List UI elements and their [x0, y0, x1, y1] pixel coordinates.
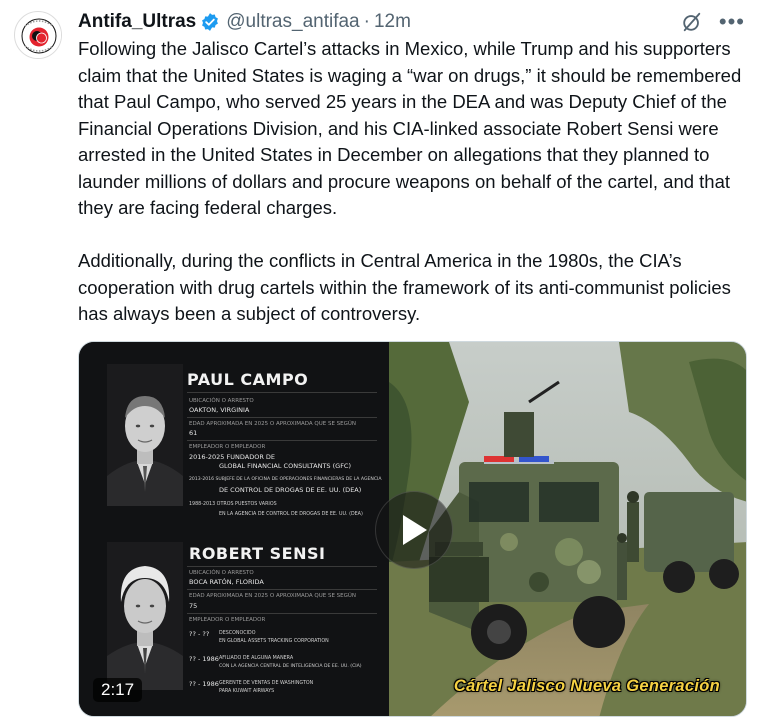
- timestamp[interactable]: 12m: [374, 11, 411, 33]
- video-duration: 2:17: [93, 678, 143, 702]
- dossier-job: Global Financial Consultants (GFC): [219, 462, 352, 470]
- dossier-age: 75: [189, 602, 198, 610]
- user-handle[interactable]: @ultras_antifaa: [226, 11, 359, 33]
- dossier-panel: PAUL CAMPO Ubicación o Arresto Oakton, V…: [79, 342, 389, 716]
- dossier-label: Ubicación o Arresto: [189, 398, 254, 404]
- tweet-text: Following the Jalisco Cartel’s attacks i…: [78, 36, 746, 328]
- antifa-logo-icon: [16, 13, 61, 58]
- tweet-header: Antifa_Ultras @ultras_antifaa · 12m •••: [78, 8, 745, 36]
- dossier-label: Empleador o Empleador: [189, 617, 266, 623]
- tweet-paragraph: Following the Jalisco Cartel’s attacks i…: [78, 38, 742, 218]
- dossier-job: 1988-2013 Otros puestos varios: [189, 502, 277, 507]
- verified-badge-icon: [200, 12, 220, 32]
- separator-dot: ·: [363, 11, 370, 32]
- dossier-job: 2013-2016 Subjefe de la Oficina de Opera…: [189, 477, 382, 482]
- tweet-paragraph: Additionally, during the conflicts in Ce…: [78, 250, 731, 324]
- more-icon[interactable]: •••: [719, 11, 745, 33]
- dossier-label: Edad aproximada en 2025 o aproximada que…: [189, 421, 357, 427]
- dossier-job: ?? - 1986: [189, 680, 219, 688]
- dossier-job: con la Agencia Central de Inteligencia d…: [219, 664, 362, 669]
- dossier-location: Oakton, Virginia: [189, 406, 250, 414]
- dossier-age: 61: [189, 429, 198, 437]
- person-name: PAUL CAMPO: [187, 370, 309, 389]
- video-caption: Cártel Jalisco Nueva Generación: [453, 677, 720, 695]
- person-name: ROBERT SENSI: [189, 544, 326, 563]
- dossier-job: en Global Assets Tracking Corporation: [219, 639, 329, 644]
- dossier-job: ?? - 1986: [189, 655, 219, 663]
- dossier-job: en la Agencia de Control de Drogas de EE…: [219, 512, 363, 517]
- dossier-job: Desconocido: [219, 631, 256, 636]
- dossier-label: Edad aproximada en 2025 o aproximada que…: [189, 593, 357, 599]
- dossier-label: Empleador o Empleador: [189, 444, 266, 450]
- dossier-job: Gerente de ventas de Washington: [219, 681, 314, 686]
- portrait-robert-sensi: [107, 542, 183, 690]
- play-button[interactable]: [375, 491, 453, 569]
- dossier-job: 2016-2025 Fundador de: [189, 453, 276, 461]
- portrait-paul-campo: [107, 364, 183, 506]
- video-player[interactable]: PAUL CAMPO Ubicación o Arresto Oakton, V…: [78, 341, 747, 717]
- display-name[interactable]: Antifa_Ultras: [78, 11, 196, 33]
- dossier-job: para Kuwait Airways: [219, 689, 275, 694]
- dossier-job: ?? - ??: [189, 630, 210, 638]
- play-icon: [403, 515, 427, 545]
- avatar[interactable]: [14, 11, 62, 59]
- dossier-job: Afiliado de alguna manera: [219, 656, 294, 661]
- grok-icon[interactable]: [681, 11, 703, 33]
- dossier-job: de Control de Drogas de EE. UU. (DEA): [219, 486, 362, 494]
- dossier-label: Ubicación o Arresto: [189, 570, 254, 576]
- dossier-location: Boca Ratón, Florida: [189, 578, 264, 586]
